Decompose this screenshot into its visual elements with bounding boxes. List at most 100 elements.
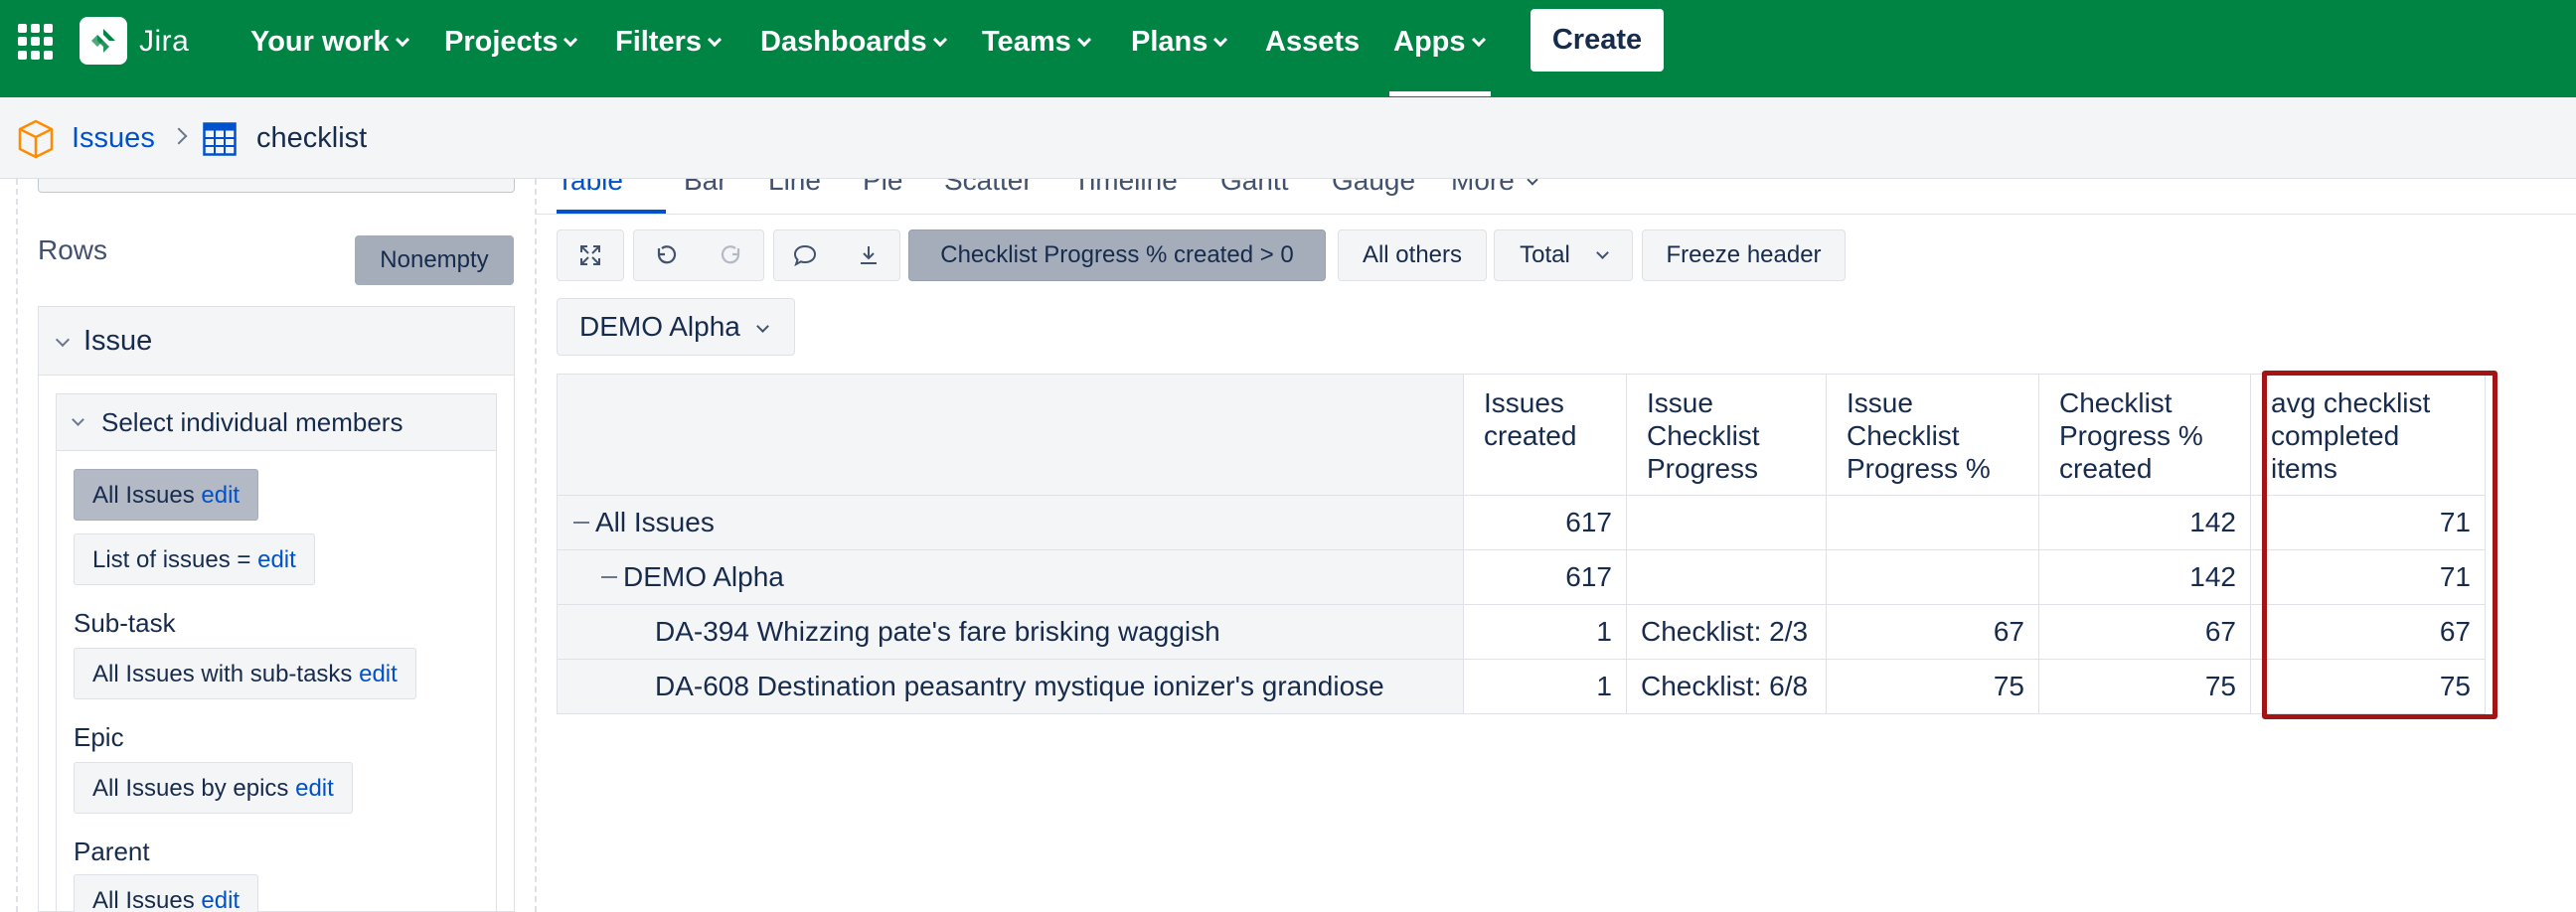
active-nav-indicator xyxy=(1389,91,1491,96)
chevron-down-icon xyxy=(1213,32,1228,48)
table-cell: 142 xyxy=(2038,495,2251,550)
chip-text: List of issues = xyxy=(92,546,251,573)
freeze-header-button[interactable]: Freeze header xyxy=(1642,229,1846,281)
undo-button[interactable] xyxy=(633,229,699,281)
chevron-down-icon xyxy=(1076,32,1091,48)
redo-button[interactable] xyxy=(699,229,764,281)
edit-link[interactable]: edit xyxy=(201,887,240,912)
member-chip-list-of-issues[interactable]: List of issues = edit xyxy=(74,533,315,585)
jira-logo-icon[interactable] xyxy=(80,17,127,65)
column-header-issues-created[interactable]: Issues created xyxy=(1463,374,1627,496)
table-icon xyxy=(203,122,237,156)
row-header[interactable]: All Issues xyxy=(557,495,1464,550)
total-label: Total xyxy=(1520,241,1570,268)
table-cell: 75 xyxy=(2038,659,2251,714)
expand-button[interactable] xyxy=(557,229,624,281)
top-navigation-bar: Jira Your work Projects Filters Dashboar… xyxy=(0,0,2576,97)
header-row: Issues created Issue Checklist Progress … xyxy=(557,374,2486,496)
row-label[interactable]: DA-608 Destination peasantry mystique io… xyxy=(655,671,1384,701)
breadcrumb xyxy=(0,97,2576,179)
table-row: All Issues 617 142 71 xyxy=(557,495,2486,550)
row-label: All Issues xyxy=(595,507,715,537)
member-chip-epics[interactable]: All Issues by epics edit xyxy=(74,762,353,814)
tab-pie[interactable]: Pie xyxy=(863,179,902,197)
row-header[interactable]: DA-394 Whizzing pate's fare brisking wag… xyxy=(557,604,1464,660)
report-table: Issues created Issue Checklist Progress … xyxy=(557,374,2486,714)
app-switcher-icon[interactable] xyxy=(18,24,54,60)
table-cell xyxy=(1626,549,1827,605)
section-label-sub-task: Sub-task xyxy=(74,608,176,638)
redo-icon xyxy=(721,245,740,264)
table-cell: Checklist: 2/3 xyxy=(1626,604,1827,660)
column-header-checklist-progress-pct[interactable]: Issue Checklist Progress % xyxy=(1826,374,2039,496)
row-label[interactable]: DA-394 Whizzing pate's fare brisking wag… xyxy=(655,616,1220,647)
page-filter-dropdown[interactable]: DEMO Alpha xyxy=(557,298,795,356)
edit-link[interactable]: edit xyxy=(295,775,334,802)
column-header-checklist-progress[interactable]: Issue Checklist Progress xyxy=(1626,374,1827,496)
chevron-down-icon xyxy=(707,32,723,48)
chevron-down-icon xyxy=(395,32,409,48)
tab-scatter[interactable]: Scatter xyxy=(944,179,1033,197)
nav-label: Your work xyxy=(250,26,390,58)
download-button[interactable] xyxy=(837,229,900,281)
table-cell: 75 xyxy=(1826,659,2039,714)
table-cell: 67 xyxy=(1826,604,2039,660)
nav-label: Filters xyxy=(615,26,703,58)
table-row: DA-608 Destination peasantry mystique io… xyxy=(557,659,2486,714)
chevron-down-icon xyxy=(755,320,769,333)
nav-projects[interactable]: Projects xyxy=(444,22,578,62)
collapse-icon[interactable] xyxy=(573,521,589,524)
total-dropdown[interactable]: Total xyxy=(1494,229,1633,281)
filter-chip-checklist-progress[interactable]: Checklist Progress % created > 0 xyxy=(908,229,1326,281)
edit-link[interactable]: edit xyxy=(257,546,296,573)
corner-cell xyxy=(557,374,1464,496)
tab-timeline[interactable]: Timeline xyxy=(1073,179,1178,197)
nav-dashboards[interactable]: Dashboards xyxy=(760,22,947,62)
nav-teams[interactable]: Teams xyxy=(982,22,1091,62)
all-others-button[interactable]: All others xyxy=(1338,229,1487,281)
edit-link[interactable]: edit xyxy=(201,482,240,509)
create-button[interactable]: Create xyxy=(1530,9,1664,72)
edit-link[interactable]: edit xyxy=(359,661,398,687)
nav-plans[interactable]: Plans xyxy=(1131,22,1228,62)
nav-label: Dashboards xyxy=(760,26,927,58)
nonempty-toggle-button[interactable]: Nonempty xyxy=(355,235,514,285)
nav-label: Apps xyxy=(1393,26,1466,58)
member-chip-all-issues[interactable]: All Issues edit xyxy=(74,469,259,521)
comment-button[interactable] xyxy=(773,229,837,281)
tab-gantt[interactable]: Gantt xyxy=(1220,179,1288,197)
chip-text: All Issues with sub-tasks xyxy=(92,661,353,687)
chevron-down-icon xyxy=(564,32,578,48)
tab-bar[interactable]: Bar xyxy=(684,179,727,197)
nav-label: Projects xyxy=(444,26,559,58)
section-label-parent: Parent xyxy=(74,836,150,866)
member-chip-parent[interactable]: All Issues edit xyxy=(74,874,259,912)
table-cell xyxy=(1626,495,1827,550)
chevron-down-icon xyxy=(1527,179,1538,186)
nav-filters[interactable]: Filters xyxy=(615,22,723,62)
chip-text: All Issues xyxy=(92,887,195,912)
row-header[interactable]: DA-608 Destination peasantry mystique io… xyxy=(557,659,1464,714)
table-row: DEMO Alpha 617 142 71 xyxy=(557,549,2486,605)
nav-apps[interactable]: Apps xyxy=(1393,22,1486,62)
chevron-down-icon xyxy=(1595,246,1609,259)
comment-icon xyxy=(793,244,817,267)
nav-your-work[interactable]: Your work xyxy=(250,22,409,62)
tab-line[interactable]: Line xyxy=(768,179,821,197)
breadcrumb-issues-link[interactable]: Issues xyxy=(72,122,155,155)
table-cell: 67 xyxy=(2038,604,2251,660)
nav-label: Teams xyxy=(982,26,1071,58)
table-cell: 617 xyxy=(1463,495,1627,550)
jira-logo-text[interactable]: Jira xyxy=(139,25,189,59)
nav-label: Plans xyxy=(1131,26,1208,58)
collapse-icon[interactable] xyxy=(601,575,617,578)
active-tab-indicator xyxy=(557,210,666,214)
tab-table[interactable]: Table xyxy=(557,179,623,197)
column-header-checklist-progress-created[interactable]: Checklist Progress % created xyxy=(2038,374,2251,496)
row-header[interactable]: DEMO Alpha xyxy=(557,549,1464,605)
nav-assets[interactable]: Assets xyxy=(1265,22,1360,62)
tab-more[interactable]: More xyxy=(1451,179,1538,197)
member-chip-sub-tasks[interactable]: All Issues with sub-tasks edit xyxy=(74,648,416,699)
table-cell: 1 xyxy=(1463,604,1627,660)
tab-gauge[interactable]: Gauge xyxy=(1332,179,1415,197)
